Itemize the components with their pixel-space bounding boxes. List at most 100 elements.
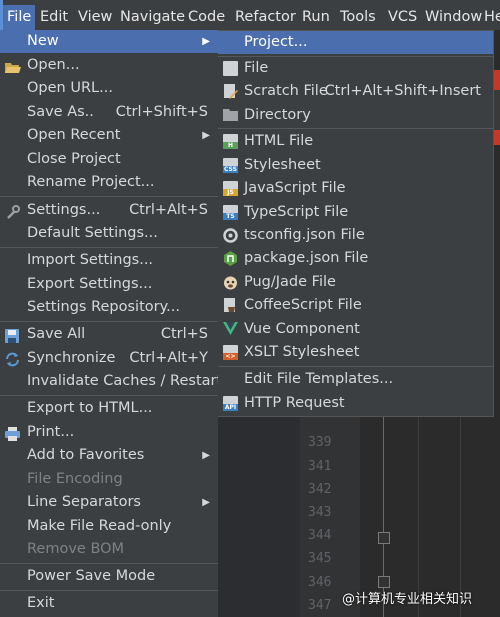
menu-item-synchronize[interactable]: Synchronize Ctrl+Alt+Y [0,347,218,370]
submenu-item-scratch-file[interactable]: Scratch File Ctrl+Alt+Shift+Insert [218,80,493,103]
menu-navigate[interactable]: Navigate [120,6,185,28]
menu-item-remove-bom[interactable]: Remove BOM [0,538,218,561]
menu-item-export-html[interactable]: Export to HTML... [0,397,218,420]
menu-file[interactable]: File [3,5,36,30]
submenu-item-file[interactable]: File [218,57,493,80]
menu-item-close-project[interactable]: Close Project [0,148,218,171]
menu-item-make-read-only[interactable]: Make File Read-only [0,515,218,538]
submenu-item-stylesheet[interactable]: CSS Stylesheet [218,154,493,177]
submenu-item-vue-component[interactable]: Vue Component [218,318,493,341]
submenu-item-pug-jade[interactable]: Pug/Jade File [218,271,493,294]
fold-marker-icon[interactable] [378,576,390,588]
menu-separator [0,321,218,322]
submenu-item-coffeescript[interactable]: CoffeeScript File [218,294,493,317]
watermark-text: @计算机专业相关知识 [342,592,473,607]
menu-code[interactable]: Code [188,6,225,28]
indent-guide [418,410,419,617]
submenu-item-label: Project... [244,34,308,50]
submenu-item-xslt[interactable]: <> XSLT Stylesheet [218,341,493,364]
submenu-item-label: TypeScript File [244,204,349,220]
submenu-item-typescript-file[interactable]: TS TypeScript File [218,201,493,224]
submenu-arrow-icon: ▶ [202,497,210,508]
menu-item-exit[interactable]: Exit [0,592,218,615]
line-number: 343 [308,505,332,520]
submenu-item-label: package.json File [244,250,369,266]
submenu-item-project[interactable]: Project... [218,31,493,54]
menu-separator [0,196,218,197]
menu-edit[interactable]: Edit [40,6,68,28]
menu-item-label: Make File Read-only [27,518,172,534]
menu-item-open-recent[interactable]: Open Recent ▶ [0,124,218,147]
pug-icon [223,275,238,290]
menu-item-label: Rename Project... [27,174,155,190]
line-number: 339 [308,435,332,450]
menu-item-label: Export to HTML... [27,400,153,416]
shortcut-text: Ctrl+Alt+S [129,202,208,218]
submenu-item-package-json[interactable]: package.json File [218,247,493,270]
menu-item-power-save-mode[interactable]: Power Save Mode [0,565,218,588]
menu-item-label: Default Settings... [27,225,158,241]
menu-separator [218,128,493,129]
menu-item-settings-repository[interactable]: Settings Repository... [0,296,218,319]
menu-refactor[interactable]: Refactor [235,6,296,28]
menu-item-label: Open... [27,57,80,73]
menu-item-label: New [27,33,59,49]
menu-tools[interactable]: Tools [340,6,376,28]
tsconfig-icon [223,228,238,243]
menu-item-label: Save All [27,326,86,342]
menu-item-rename-project[interactable]: Rename Project... [0,171,218,194]
line-number: 345 [308,551,332,566]
menu-item-label: Settings Repository... [27,299,180,315]
menu-item-settings[interactable]: Settings... Ctrl+Alt+S [0,199,218,222]
css-file-icon: CSS [223,158,238,173]
line-number: 342 [308,482,332,497]
file-menu: New ▶ Open... Open URL... Save As.. Ctrl… [0,30,236,617]
menu-item-open[interactable]: Open... [0,54,218,77]
menu-separator [0,247,218,248]
printer-icon [5,426,20,441]
sync-icon [5,352,20,367]
submenu-item-edit-templates[interactable]: Edit File Templates... [218,368,493,391]
submenu-item-label: JavaScript File [244,180,346,196]
submenu-item-tsconfig[interactable]: tsconfig.json File [218,224,493,247]
fold-marker-icon[interactable] [378,532,390,544]
menu-window[interactable]: Window [425,6,482,28]
wrench-icon [5,204,20,219]
submenu-item-http-request[interactable]: API HTTP Request [218,392,493,415]
menu-item-new[interactable]: New ▶ [0,30,218,53]
menu-item-default-settings[interactable]: Default Settings... [0,222,218,245]
menu-item-file-encoding[interactable]: File Encoding [0,468,218,491]
folder-icon [223,108,238,123]
menu-run[interactable]: Run [302,6,330,28]
menu-item-label: Line Separators [27,494,141,510]
menu-item-label: Settings... [27,202,101,218]
menu-item-export-settings[interactable]: Export Settings... [0,273,218,296]
submenu-item-javascript-file[interactable]: JS JavaScript File [218,177,493,200]
indent-guide [460,410,461,617]
menu-item-save-as[interactable]: Save As.. Ctrl+Shift+S [0,101,218,124]
submenu-item-directory[interactable]: Directory [218,104,493,127]
menu-item-save-all[interactable]: Save All Ctrl+S [0,323,218,346]
menu-item-import-settings[interactable]: Import Settings... [0,249,218,272]
submenu-item-label: Stylesheet [244,157,321,173]
menu-separator [0,395,218,396]
menu-help[interactable]: He [484,6,500,28]
submenu-item-label: Directory [244,107,311,123]
typescript-file-icon: TS [223,205,238,220]
menu-item-line-separators[interactable]: Line Separators ▶ [0,491,218,514]
menu-vcs[interactable]: VCS [388,6,417,28]
coffeescript-icon [223,298,238,313]
menu-item-label: Power Save Mode [27,568,156,584]
submenu-item-label: Scratch File [244,83,328,99]
submenu-item-html-file[interactable]: H HTML File [218,130,493,153]
menu-item-label: Remove BOM [27,541,125,557]
menu-separator [218,366,493,367]
new-submenu: Project... File Scratch File Ctrl+Alt+Sh… [218,30,494,417]
menu-item-print[interactable]: Print... [0,421,218,444]
menu-item-add-to-favorites[interactable]: Add to Favorites ▶ [0,444,218,467]
menu-view[interactable]: View [78,6,112,28]
submenu-arrow-icon: ▶ [202,36,210,47]
menu-item-invalidate-caches[interactable]: Invalidate Caches / Restart... [0,370,236,393]
menu-item-open-url[interactable]: Open URL... [0,77,218,100]
javascript-file-icon: JS [223,181,238,196]
